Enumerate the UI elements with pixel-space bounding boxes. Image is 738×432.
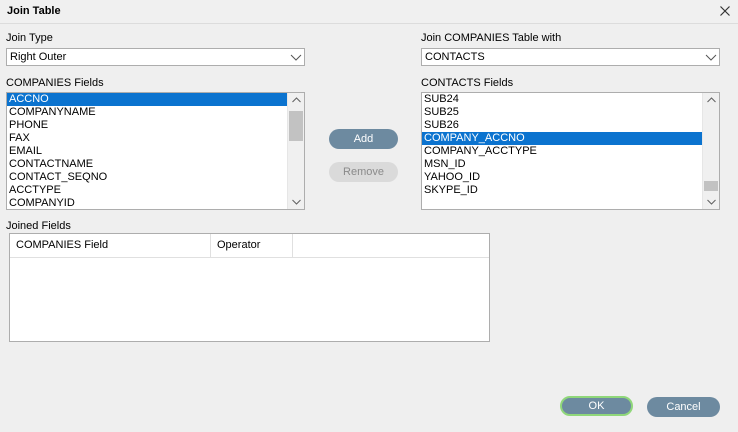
- list-item[interactable]: ACCTYPE: [7, 184, 287, 197]
- add-button[interactable]: Add: [329, 129, 398, 149]
- contacts-scrollbar[interactable]: [702, 93, 719, 209]
- contacts-fields-label: CONTACTS Fields: [421, 77, 514, 89]
- chevron-down-icon: [290, 54, 302, 61]
- chevron-down-icon: [705, 54, 717, 61]
- join-with-value: CONTACTS: [425, 51, 485, 63]
- list-item[interactable]: PHONE: [7, 119, 287, 132]
- scroll-up-button[interactable]: [703, 93, 719, 107]
- scroll-up-button[interactable]: [288, 93, 304, 107]
- list-item[interactable]: COMPANYNAME: [7, 106, 287, 119]
- chevron-up-icon: [291, 97, 301, 103]
- companies-fields-label: COMPANIES Fields: [6, 77, 104, 89]
- scroll-thumb[interactable]: [289, 111, 303, 141]
- window-title: Join Table: [7, 5, 61, 17]
- column-header-operator[interactable]: Operator: [211, 234, 293, 257]
- scroll-thumb[interactable]: [704, 181, 718, 191]
- chevron-down-icon: [291, 199, 301, 205]
- join-type-select[interactable]: Right Outer: [6, 48, 305, 66]
- companies-scrollbar[interactable]: [287, 93, 304, 209]
- list-item[interactable]: EMAIL: [7, 145, 287, 158]
- table-header: COMPANIES Field Operator: [10, 234, 489, 258]
- joined-fields-table[interactable]: COMPANIES Field Operator: [9, 233, 490, 342]
- join-type-label: Join Type: [6, 32, 53, 44]
- list-item[interactable]: COMPANYID: [7, 197, 287, 209]
- title-bar: Join Table: [0, 0, 738, 24]
- close-icon: [720, 6, 730, 16]
- list-item[interactable]: CONTACT_SEQNO: [7, 171, 287, 184]
- column-header-companies-field[interactable]: COMPANIES Field: [10, 234, 211, 257]
- close-button[interactable]: [714, 1, 736, 21]
- contacts-fields-list[interactable]: SUB24 SUB25 SUB26 COMPANY_ACCNO COMPANY_…: [421, 92, 720, 210]
- ok-button[interactable]: OK: [560, 396, 633, 416]
- list-item[interactable]: FAX: [7, 132, 287, 145]
- list-item[interactable]: SUB26: [422, 119, 702, 132]
- joined-fields-label: Joined Fields: [6, 220, 71, 232]
- remove-button[interactable]: Remove: [329, 162, 398, 182]
- list-item[interactable]: SUB24: [422, 93, 702, 106]
- cancel-button[interactable]: Cancel: [647, 397, 720, 417]
- list-item[interactable]: SUB25: [422, 106, 702, 119]
- list-item[interactable]: CONTACTNAME: [7, 158, 287, 171]
- scroll-down-button[interactable]: [703, 195, 719, 209]
- list-item[interactable]: COMPANY_ACCTYPE: [422, 145, 702, 158]
- chevron-down-icon: [706, 199, 716, 205]
- join-type-value: Right Outer: [10, 51, 67, 63]
- list-item[interactable]: COMPANY_ACCNO: [422, 132, 702, 145]
- scroll-down-button[interactable]: [288, 195, 304, 209]
- list-item[interactable]: ACCNO: [7, 93, 287, 106]
- join-with-select[interactable]: CONTACTS: [421, 48, 720, 66]
- list-item[interactable]: SKYPE_ID: [422, 184, 702, 197]
- join-with-label: Join COMPANIES Table with: [421, 32, 562, 44]
- list-item[interactable]: YAHOO_ID: [422, 171, 702, 184]
- list-item[interactable]: MSN_ID: [422, 158, 702, 171]
- chevron-up-icon: [706, 97, 716, 103]
- companies-fields-list[interactable]: ACCNO COMPANYNAME PHONE FAX EMAIL CONTAC…: [6, 92, 305, 210]
